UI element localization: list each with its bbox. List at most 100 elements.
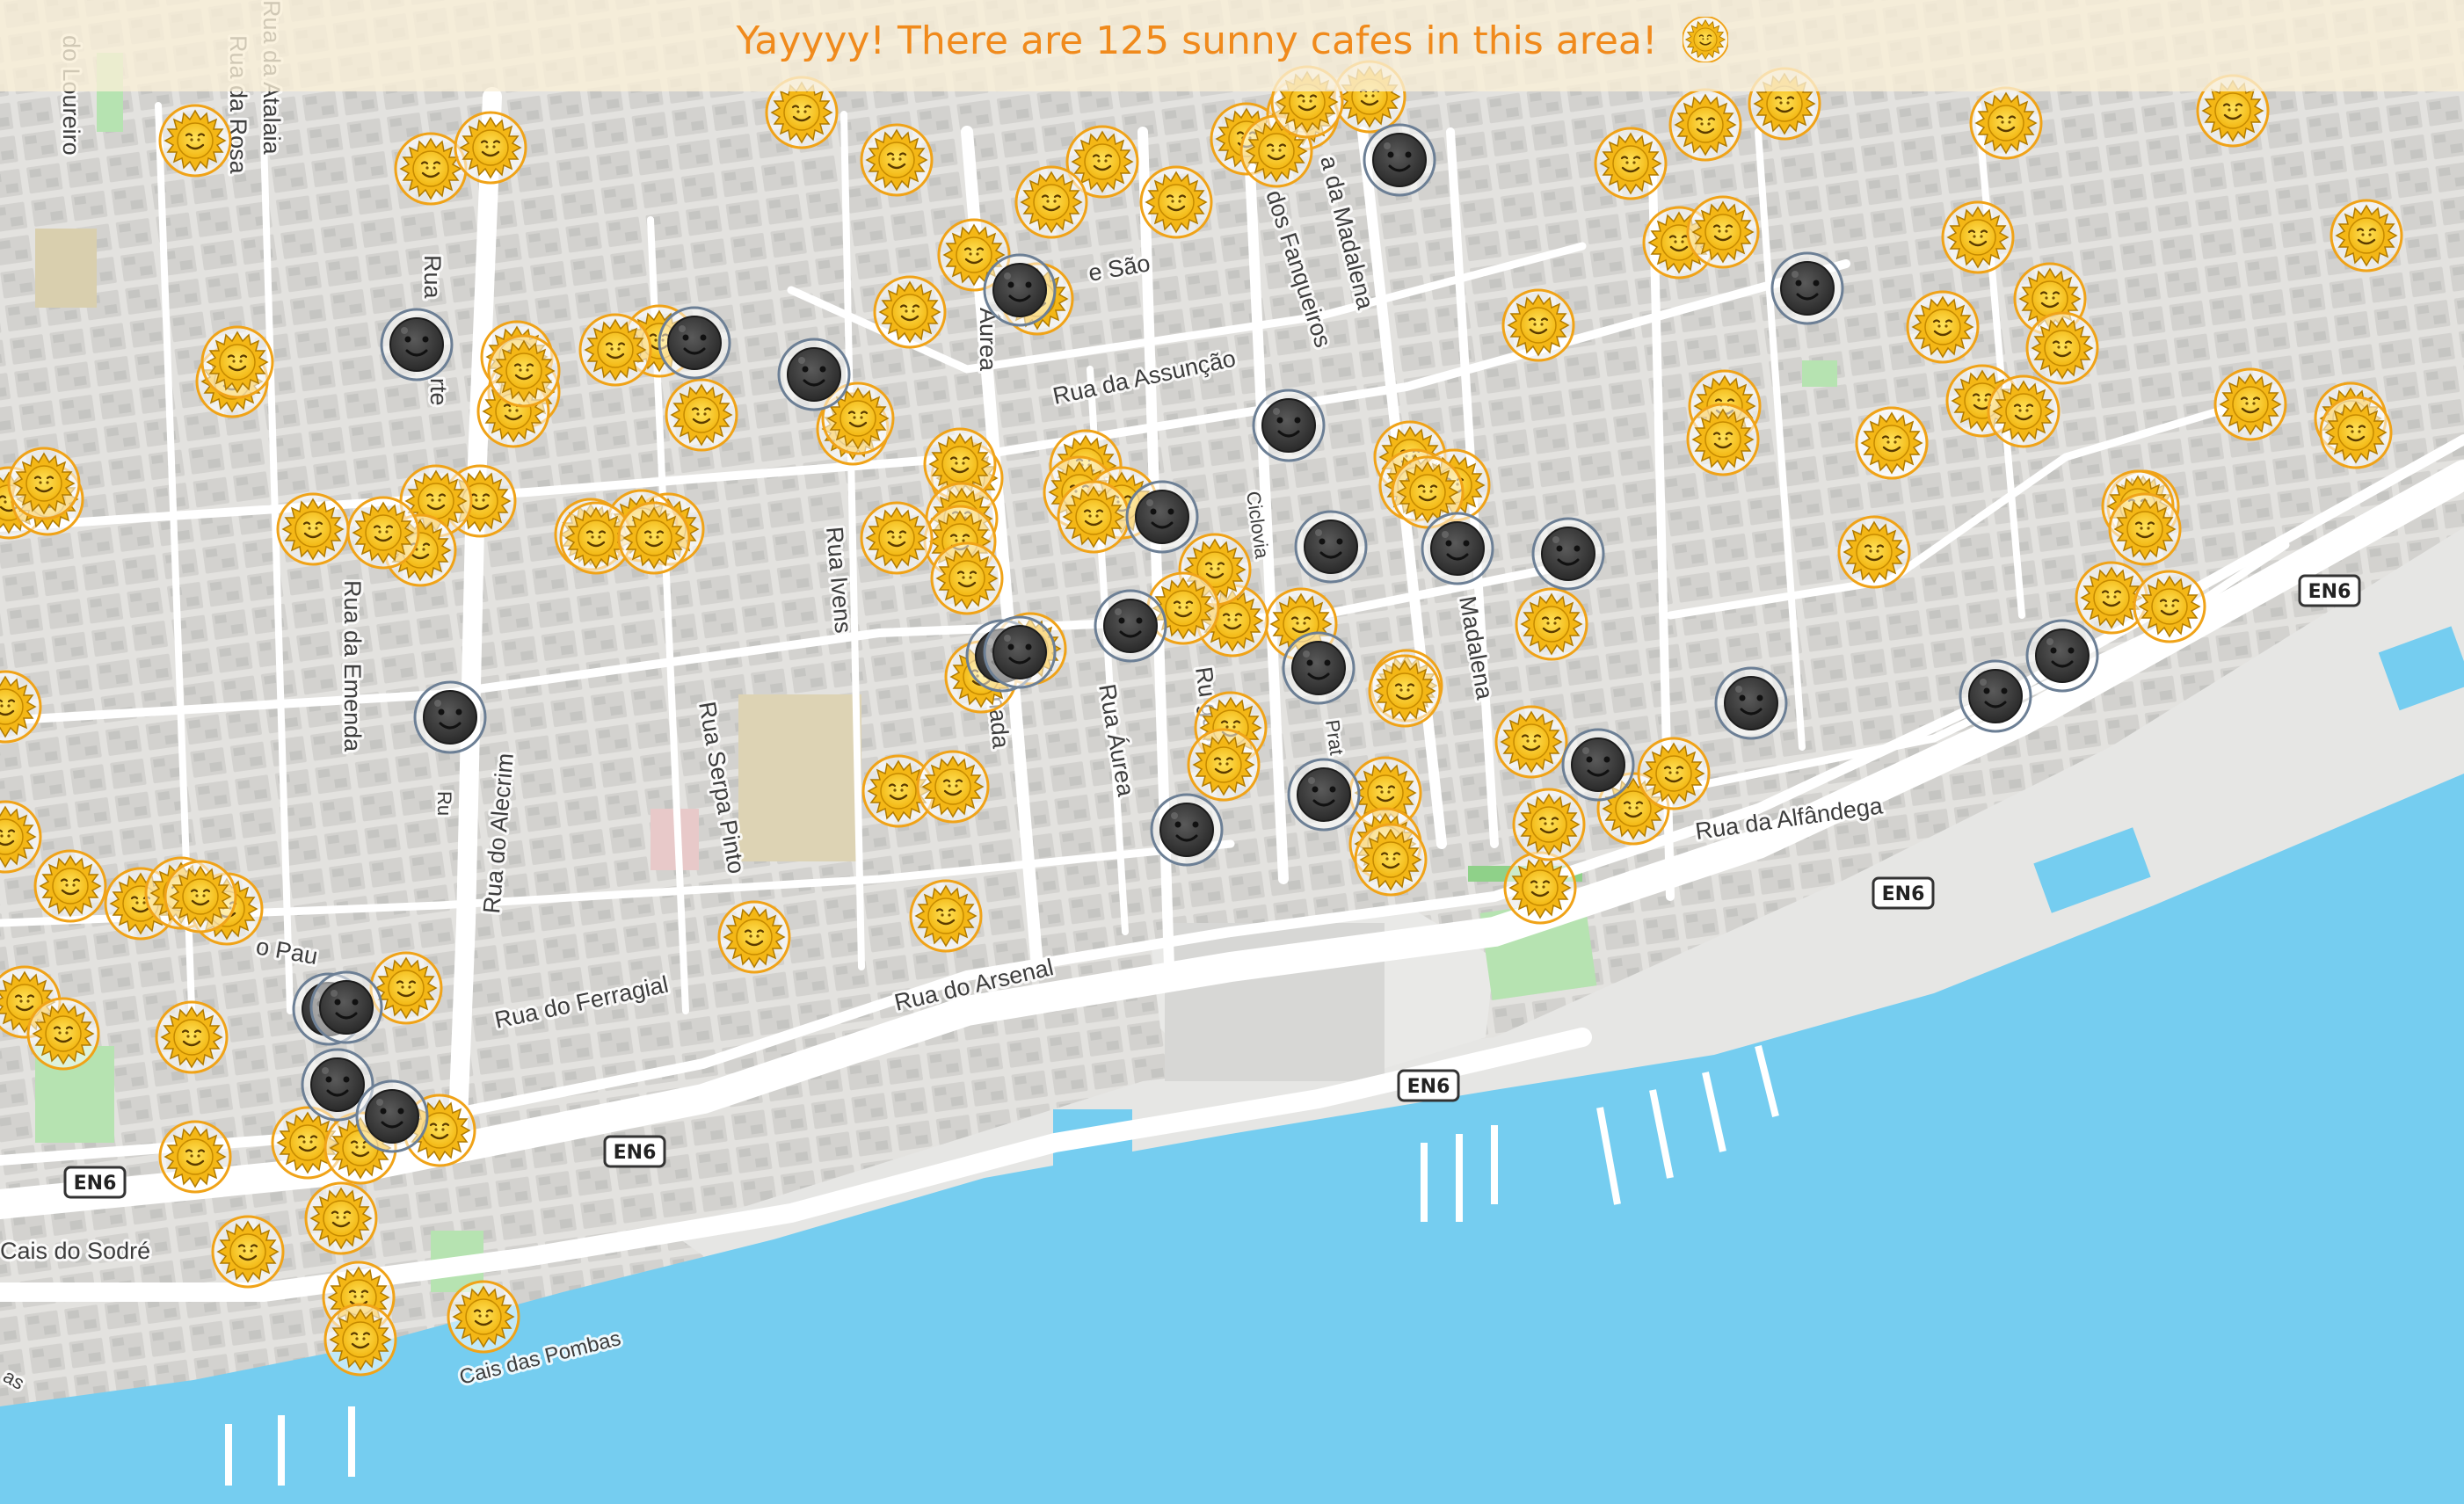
route-shield-en6: EN6 [63, 1166, 127, 1199]
sunny-cafe-marker[interactable] [860, 501, 934, 575]
sunny-cafe-marker[interactable] [1594, 127, 1668, 200]
sunny-cafe-marker[interactable] [323, 1303, 397, 1377]
sunny-cafe-marker[interactable] [1637, 737, 1711, 810]
route-shield-label: EN6 [74, 1173, 117, 1195]
sunny-cafe-marker[interactable] [2133, 570, 2206, 643]
sunny-cafe-marker[interactable] [1368, 654, 1442, 728]
shaded-cafe-marker[interactable] [658, 306, 731, 380]
shaded-cafe-marker[interactable] [1770, 251, 1844, 325]
sunny-cafe-marker[interactable] [447, 1280, 520, 1354]
sunny-cafe-marker[interactable] [717, 900, 791, 974]
sunny-cafe-marker[interactable] [617, 501, 691, 575]
sunny-cafe-marker[interactable] [1512, 788, 1586, 861]
shaded-cafe-marker[interactable] [1561, 728, 1635, 802]
sun-with-face-icon [1682, 17, 1728, 62]
sunny-cafe-marker[interactable] [1503, 851, 1577, 925]
shaded-cafe-marker[interactable] [1294, 510, 1368, 584]
sunny-cafe-marker[interactable] [33, 849, 107, 923]
shaded-cafe-marker[interactable] [983, 253, 1057, 327]
route-shield-label: EN6 [2308, 581, 2351, 603]
shaded-cafe-marker[interactable] [983, 615, 1057, 689]
shaded-cafe-marker[interactable] [1959, 659, 2032, 733]
sunny-cafe-marker[interactable] [1969, 86, 2043, 160]
sunny-cafe-marker[interactable] [1686, 195, 1760, 269]
sunny-cafe-marker[interactable] [200, 325, 274, 399]
sunny-cafe-marker[interactable] [1187, 728, 1261, 802]
shaded-cafe-marker[interactable] [1150, 793, 1224, 867]
sunny-cafe-marker[interactable] [1941, 200, 2015, 274]
shaded-cafe-marker[interactable] [309, 970, 383, 1044]
map-canvas[interactable]: do Loureiro Rua da Rosa Rua da Atalaia R… [0, 0, 2464, 1504]
shaded-cafe-marker[interactable] [413, 680, 487, 754]
building-highlight [35, 229, 97, 308]
sunny-cafe-marker[interactable] [7, 447, 81, 520]
street-label: Cais do Sodré [0, 1238, 150, 1264]
shaded-cafe-marker[interactable] [2025, 619, 2099, 693]
sunny-cafe-marker[interactable] [1515, 587, 1588, 661]
sunny-cafe-marker[interactable] [578, 313, 652, 387]
street-label: Rua [419, 255, 446, 300]
sunny-cafe-marker[interactable] [860, 123, 934, 197]
shaded-cafe-marker[interactable] [1363, 123, 1436, 197]
sunny-cafe-marker[interactable] [211, 1215, 285, 1289]
route-shield-en6: EN6 [2298, 574, 2361, 607]
sunny-cafe-marker[interactable] [873, 275, 947, 349]
shaded-cafe-marker[interactable] [1531, 517, 1605, 591]
street-label: rte [425, 378, 452, 406]
street-label: Ru [433, 791, 455, 816]
sunny-cafe-marker[interactable] [1494, 705, 1568, 779]
sunny-cafe-marker[interactable] [1987, 374, 2061, 448]
route-shield-label: EN6 [1882, 883, 1925, 905]
sunny-cafe-marker[interactable] [2319, 396, 2393, 469]
sunny-cafe-marker[interactable] [909, 879, 983, 953]
sunny-cafe-marker[interactable] [454, 111, 527, 185]
sunny-cafe-marker[interactable] [2108, 492, 2182, 566]
route-shield-en6: EN6 [1397, 1069, 1460, 1102]
sunny-cafe-marker[interactable] [1057, 480, 1130, 554]
sunny-cafe-marker[interactable] [1501, 288, 1575, 362]
sunny-cafe-marker[interactable] [26, 997, 100, 1071]
sunny-cafe-marker[interactable] [1686, 403, 1760, 476]
shaded-cafe-marker[interactable] [380, 308, 454, 381]
route-shield-label: EN6 [1407, 1076, 1450, 1098]
shaded-cafe-marker[interactable] [1252, 389, 1326, 462]
shaded-cafe-marker[interactable] [1094, 589, 1167, 663]
sunny-cafe-marker[interactable] [158, 104, 232, 178]
sunny-cafe-marker[interactable] [665, 378, 738, 452]
sunny-cafe-marker[interactable] [155, 1000, 229, 1074]
sunny-cafe-marker[interactable] [1014, 165, 1088, 239]
park [1802, 360, 1837, 387]
sunny-cafe-marker[interactable] [916, 750, 990, 824]
sunny-cafe-marker[interactable] [158, 1120, 232, 1194]
shaded-cafe-marker[interactable] [1421, 512, 1494, 585]
shaded-cafe-marker[interactable] [1125, 480, 1199, 554]
building-highlight [738, 694, 861, 861]
sunny-cafe-marker[interactable] [1906, 290, 1980, 364]
shaded-cafe-marker[interactable] [1714, 666, 1788, 740]
sunny-cafe-marker[interactable] [487, 334, 561, 408]
sunny-cafe-marker[interactable] [1855, 406, 1929, 480]
route-shield-label: EN6 [614, 1142, 657, 1164]
route-shield-en6: EN6 [603, 1135, 666, 1168]
sunny-cafe-marker[interactable] [346, 496, 420, 570]
sunny-cafe-marker[interactable] [276, 492, 350, 566]
sunny-cafe-marker[interactable] [1354, 823, 1428, 897]
sunny-cafe-marker[interactable] [304, 1181, 378, 1255]
route-shield-en6: EN6 [1872, 876, 1935, 910]
shaded-cafe-marker[interactable] [777, 338, 851, 411]
banner-text: Yayyyy! There are 125 sunny cafes in thi… [736, 18, 1658, 63]
sunny-cafe-marker[interactable] [1139, 165, 1213, 239]
sunny-cafe-marker[interactable] [1668, 88, 1742, 162]
shaded-cafe-marker[interactable] [355, 1079, 429, 1153]
sunny-cafe-marker[interactable] [2330, 199, 2403, 272]
map-view[interactable]: do Loureiro Rua da Rosa Rua da Atalaia R… [0, 0, 2464, 1504]
sunny-cafe-marker[interactable] [2025, 311, 2099, 385]
sunny-cafe-marker[interactable] [164, 860, 237, 934]
street-label: Rua da Emenda [339, 580, 366, 752]
sunny-cafe-marker[interactable] [1837, 515, 1911, 589]
sunny-cafe-marker[interactable] [2213, 367, 2287, 441]
shaded-cafe-marker[interactable] [1282, 631, 1356, 705]
sunny-cafe-marker[interactable] [930, 541, 1004, 615]
sunny-cafes-banner: Yayyyy! There are 125 sunny cafes in thi… [0, 0, 2464, 91]
shaded-cafe-marker[interactable] [1287, 758, 1361, 832]
